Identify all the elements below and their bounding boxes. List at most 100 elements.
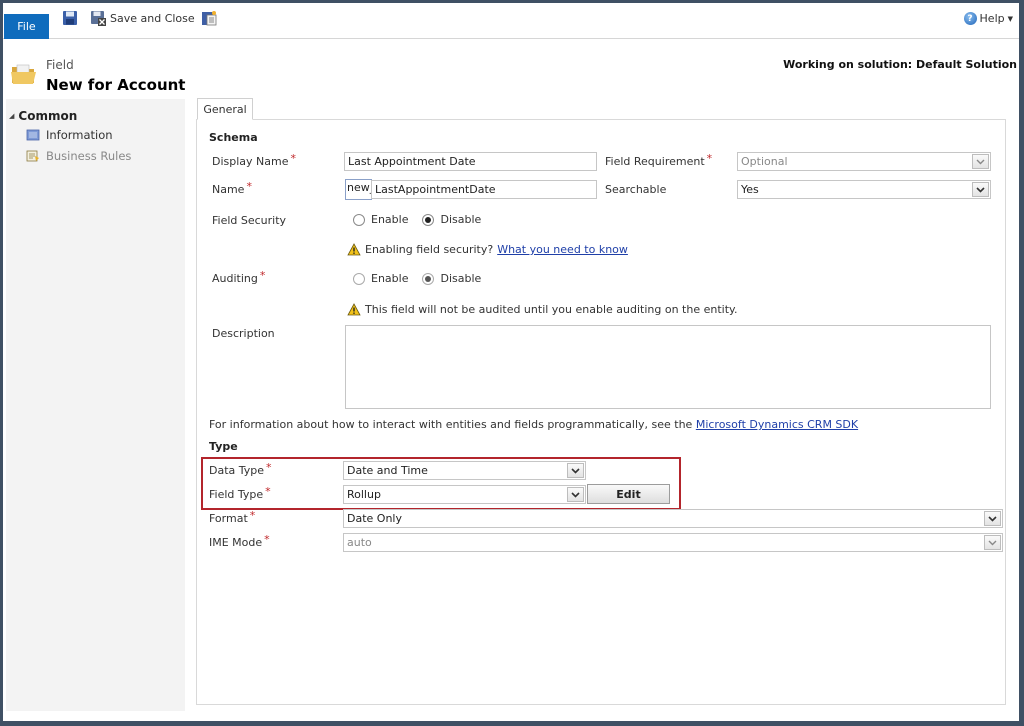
data-type-label: Data Type * (209, 461, 272, 477)
collapse-triangle-icon: ◢ (9, 112, 15, 120)
help-label: Help (979, 12, 1005, 25)
label-text: Auditing (212, 272, 258, 285)
ime-mode-select[interactable]: auto (343, 533, 1003, 552)
required-marker: * (246, 180, 252, 193)
radio-label: Enable (371, 213, 409, 226)
form-panel (196, 119, 1006, 705)
description-label: Description (212, 327, 275, 340)
sdk-info-text: For information about how to interact wi… (209, 418, 858, 431)
auditing-radio-group: Enable Disable (353, 272, 495, 285)
radio-label: Disable (440, 213, 482, 226)
tab-general[interactable]: General (197, 98, 253, 120)
label-text: Name (212, 183, 245, 196)
sidebar-item-label: Business Rules (46, 149, 132, 163)
sidebar-item-information[interactable]: Information (26, 128, 113, 142)
page-title: New for Account (46, 76, 186, 94)
chevron-down-icon (972, 182, 989, 197)
warning-icon (347, 303, 361, 316)
help-icon: ? (963, 12, 977, 25)
label-text: Field Type (209, 488, 264, 501)
chevron-down-icon (984, 511, 1001, 526)
business-rules-icon (26, 150, 39, 162)
warning-text: This field will not be audited until you… (365, 303, 738, 316)
edit-button[interactable]: Edit (587, 484, 670, 504)
radio-label: Enable (371, 272, 409, 285)
type-section-title: Type (209, 440, 238, 453)
help-menu[interactable]: ? Help ▼ (963, 12, 1013, 25)
required-marker: * (706, 152, 713, 165)
name-field[interactable]: LastAppointmentDate (371, 180, 597, 199)
field-security-enable[interactable]: Enable (353, 213, 408, 226)
field-type-label: Field Type * (209, 485, 271, 501)
select-value: auto (347, 536, 372, 549)
format-select[interactable]: Date Only (343, 509, 1003, 528)
caret-down-icon: ▼ (1007, 14, 1013, 23)
label-text: IME Mode (209, 536, 263, 549)
what-you-need-to-know-link[interactable]: What you need to know (497, 243, 628, 256)
chevron-down-icon (984, 535, 1001, 550)
radio-button[interactable] (422, 213, 435, 226)
sidebar-group-label: Common (18, 109, 78, 123)
description-textarea[interactable] (345, 325, 991, 409)
folder-icon (11, 64, 36, 84)
data-type-select[interactable]: Date and Time (343, 461, 586, 480)
field-security-radio-group: Enable Disable (353, 213, 495, 226)
label-text: Format (209, 512, 248, 525)
field-security-disable[interactable]: Disable (422, 213, 481, 226)
label-text: Data Type (209, 464, 265, 477)
save-and-close-button[interactable]: Save and Close (110, 12, 195, 25)
entity-label: Field (46, 58, 74, 72)
chevron-down-icon (567, 463, 584, 478)
save-icon[interactable] (62, 10, 78, 26)
select-value: Rollup (347, 488, 381, 501)
sidebar: ◢ Common Information Business Rules (6, 99, 185, 711)
sidebar-item-business-rules[interactable]: Business Rules (26, 149, 131, 163)
field-requirement-select[interactable]: Optional (737, 152, 991, 171)
display-name-label: Display Name * (212, 152, 297, 168)
label-text: Field Requirement (605, 155, 705, 168)
required-marker: * (266, 461, 272, 474)
sidebar-item-label: Information (46, 128, 113, 142)
required-marker: * (290, 152, 297, 165)
field-security-label: Field Security (212, 214, 287, 227)
auditing-label: Auditing * (212, 269, 266, 285)
chevron-down-icon (972, 154, 989, 169)
schema-section-title: Schema (209, 131, 258, 144)
select-value: Date Only (347, 512, 402, 525)
publish-icon[interactable] (201, 10, 217, 26)
sdk-text: For information about how to interact wi… (209, 418, 693, 431)
save-and-close-icon[interactable] (90, 10, 106, 26)
field-type-select[interactable]: Rollup (343, 485, 586, 504)
label-text: Display Name (212, 155, 289, 168)
auditing-enable[interactable]: Enable (353, 272, 408, 285)
display-name-field[interactable]: Last Appointment Date (344, 152, 597, 171)
radio-button[interactable] (353, 272, 365, 285)
toolbar: File Save and Close ? Help ▼ (3, 3, 1019, 39)
sidebar-group-common[interactable]: ◢ Common (9, 109, 77, 123)
file-button[interactable]: File (4, 14, 49, 39)
format-label: Format * (209, 509, 256, 525)
ime-mode-label: IME Mode * (209, 533, 270, 549)
warning-icon (347, 243, 361, 256)
field-requirement-label: Field Requirement * (605, 152, 713, 168)
select-value: Yes (741, 183, 759, 196)
required-marker: * (259, 269, 266, 282)
searchable-select[interactable]: Yes (737, 180, 991, 199)
chevron-down-icon (567, 487, 584, 502)
searchable-label: Searchable (605, 183, 667, 196)
information-icon (26, 129, 40, 141)
sdk-link[interactable]: Microsoft Dynamics CRM SDK (696, 418, 858, 431)
name-prefix: new_ (345, 179, 372, 200)
radio-label: Disable (440, 272, 482, 285)
required-marker: * (249, 509, 256, 522)
auditing-disable[interactable]: Disable (422, 272, 481, 285)
field-security-warning: Enabling field security? What you need t… (347, 243, 628, 256)
auditing-warning: This field will not be audited until you… (347, 303, 737, 316)
required-marker: * (264, 533, 270, 546)
radio-button[interactable] (353, 213, 365, 226)
select-value: Optional (741, 155, 788, 168)
radio-button[interactable] (422, 272, 435, 285)
warning-text: Enabling field security? (365, 243, 494, 256)
solution-label: Working on solution: Default Solution (783, 58, 1017, 71)
select-value: Date and Time (347, 464, 428, 477)
